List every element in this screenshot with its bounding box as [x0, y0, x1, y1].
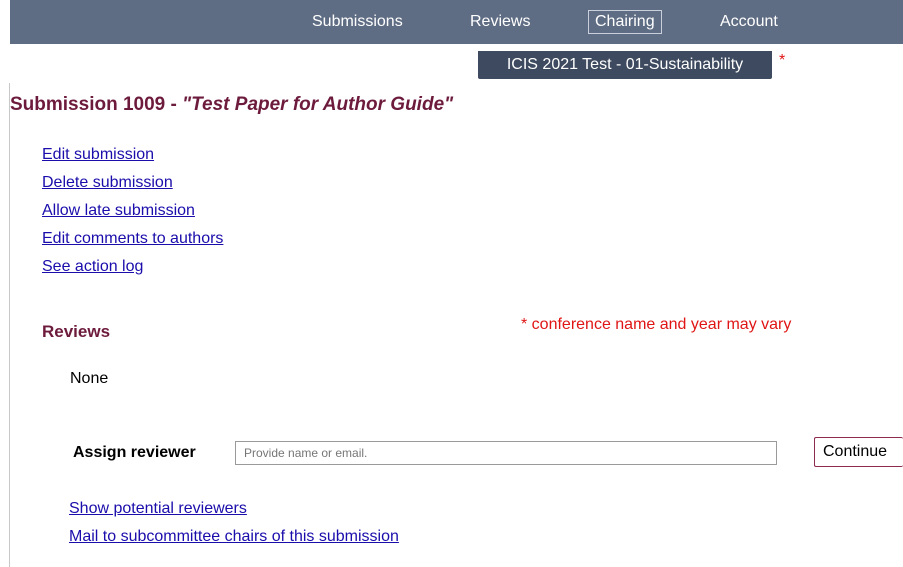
- nav-chairing[interactable]: Chairing: [588, 10, 662, 34]
- assign-reviewer-label: Assign reviewer: [73, 444, 196, 461]
- delete-submission-link[interactable]: Delete submission: [42, 174, 223, 202]
- reviewer-search-input[interactable]: [235, 441, 777, 465]
- nav-reviews[interactable]: Reviews: [464, 11, 536, 33]
- reviews-empty-text: None: [70, 370, 109, 387]
- reviewer-links: Show potential reviewers Mail to subcomm…: [69, 500, 399, 556]
- left-border: [9, 83, 10, 567]
- top-navigation-bar: Submissions Reviews Chairing Account: [10, 0, 903, 44]
- submission-number: Submission 1009 -: [10, 94, 183, 115]
- allow-late-submission-link[interactable]: Allow late submission: [42, 202, 223, 230]
- show-potential-reviewers-link[interactable]: Show potential reviewers: [69, 500, 399, 528]
- continue-button[interactable]: Continue: [814, 437, 903, 467]
- reviews-heading: Reviews: [42, 322, 111, 341]
- annotation-note: * conference name and year may vary: [521, 316, 792, 333]
- action-log-link[interactable]: See action log: [42, 258, 223, 286]
- page-title: Submission 1009 - "Test Paper for Author…: [10, 94, 453, 116]
- nav-account[interactable]: Account: [714, 11, 784, 33]
- edit-submission-link[interactable]: Edit submission: [42, 146, 223, 174]
- submission-actions: Edit submission Delete submission Allow …: [42, 146, 223, 286]
- conference-asterisk: *: [779, 52, 786, 69]
- conference-tab[interactable]: ICIS 2021 Test - 01-Sustainability: [478, 51, 772, 79]
- edit-comments-link[interactable]: Edit comments to authors: [42, 230, 223, 258]
- nav-submissions[interactable]: Submissions: [306, 11, 409, 33]
- mail-subcommittee-chairs-link[interactable]: Mail to subcommittee chairs of this subm…: [69, 528, 399, 556]
- paper-title: "Test Paper for Author Guide": [182, 94, 454, 115]
